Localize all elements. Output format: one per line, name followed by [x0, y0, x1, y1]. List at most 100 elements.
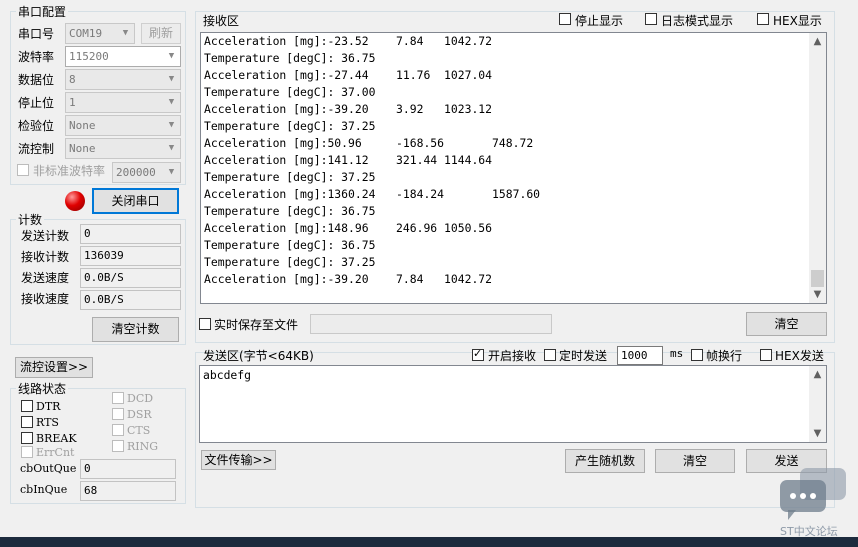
rts-checkbox[interactable] [21, 416, 33, 428]
errcnt-checkbox[interactable] [21, 446, 33, 458]
send-text-area[interactable]: abcdefg ▲ ▼ [199, 365, 827, 443]
send-title: 发送区(字节<64KB) [203, 349, 314, 363]
dcd-label: DCD [127, 392, 154, 405]
scroll-up-icon[interactable]: ▲ [809, 366, 826, 383]
receive-line: Acceleration [mg]:141.12 321.44 1144.64 [204, 153, 493, 167]
close-port-button[interactable]: 关闭串口 [92, 188, 179, 214]
flow-settings-button[interactable]: 流控设置>> [15, 357, 93, 378]
stopbits-select[interactable]: 1 ▼ [65, 92, 181, 113]
port-label: 串口号 [18, 27, 55, 41]
port-status-indicator-icon [65, 191, 85, 211]
hex-send-label: HEX发送 [775, 349, 824, 363]
dcd-checkbox[interactable] [112, 392, 124, 404]
scroll-thumb[interactable] [811, 270, 824, 287]
break-label: BREAK [36, 432, 77, 445]
dtr-label: DTR [36, 400, 61, 413]
hex-display-label: HEX显示 [773, 14, 822, 28]
databits-select[interactable]: 8 ▼ [65, 69, 181, 90]
recv-count-label: 接收计数 [21, 250, 70, 264]
log-mode-checkbox[interactable] [645, 13, 657, 25]
chevron-down-icon: ▼ [168, 51, 175, 61]
baud-select[interactable]: 115200 ▼ [65, 46, 181, 67]
cbout-value: 0 [80, 459, 176, 479]
receive-scrollbar[interactable]: ▲ ▼ [809, 33, 826, 303]
receive-line: Temperature [degC]: 36.75 [204, 204, 376, 218]
ring-checkbox[interactable] [112, 440, 124, 452]
rts-label: RTS [36, 416, 59, 429]
stop-display-checkbox[interactable] [559, 13, 571, 25]
chevron-down-icon: ▼ [168, 167, 175, 177]
taskbar [0, 537, 858, 547]
hex-display-checkbox[interactable] [757, 13, 769, 25]
dsr-checkbox[interactable] [112, 408, 124, 420]
recv-speed-label: 接收速度 [21, 292, 70, 306]
stop-display-label: 停止显示 [575, 14, 624, 28]
receive-lines: Acceleration [mg]:-23.52 7.84 1042.72 Tem… [201, 33, 809, 288]
receive-line: Acceleration [mg]:50.96 -168.56 748.72 [204, 136, 534, 150]
interval-unit: ms [670, 347, 684, 360]
receive-line: Temperature [degC]: 37.00 [204, 85, 376, 99]
parity-value: None [69, 119, 96, 132]
hex-send-checkbox[interactable] [760, 349, 772, 361]
scroll-down-icon[interactable]: ▼ [809, 425, 826, 442]
send-speed-label: 发送速度 [21, 271, 70, 285]
clear-count-button[interactable]: 清空计数 [92, 317, 179, 342]
databits-label: 数据位 [18, 73, 55, 87]
port-select[interactable]: COM19 ▼ [65, 23, 135, 44]
baud-value: 115200 [69, 50, 109, 63]
parity-select[interactable]: None ▼ [65, 115, 181, 136]
errcnt-label: ErrCnt [36, 446, 75, 459]
flow-label: 流控制 [18, 142, 55, 156]
send-scrollbar[interactable]: ▲ ▼ [809, 366, 826, 442]
send-content: abcdefg [203, 368, 252, 382]
receive-line: Acceleration [mg]:-23.52 7.84 1042.72 [204, 34, 493, 48]
interval-input[interactable]: 1000 [617, 346, 663, 365]
timed-send-checkbox[interactable] [544, 349, 556, 361]
baud-label: 波特率 [18, 50, 55, 64]
frame-newline-label: 帧换行 [706, 349, 743, 363]
receive-line: Acceleration [mg]:1360.24 -184.24 1587.6… [204, 187, 541, 201]
cbin-value: 68 [80, 481, 176, 501]
dtr-checkbox[interactable] [21, 400, 33, 412]
receive-line: Acceleration [mg]:148.96 246.96 1050.56 [204, 221, 493, 235]
random-number-button[interactable]: 产生随机数 [565, 449, 645, 473]
frame-newline-checkbox[interactable] [691, 349, 703, 361]
nonstd-baud-checkbox[interactable] [17, 164, 29, 176]
save-to-file-checkbox[interactable] [199, 318, 211, 330]
recv-count-value: 136039 [80, 246, 181, 266]
serial-config-title: 串口配置 [16, 3, 69, 20]
databits-value: 8 [69, 73, 76, 86]
timed-send-label: 定时发送 [559, 349, 608, 363]
scroll-up-icon[interactable]: ▲ [809, 33, 826, 50]
send-count-value: 0 [80, 224, 181, 244]
receive-clear-button[interactable]: 清空 [746, 312, 827, 336]
break-checkbox[interactable] [21, 432, 33, 444]
scroll-down-icon[interactable]: ▼ [809, 286, 826, 303]
refresh-button[interactable]: 刷新 [141, 23, 181, 44]
stopbits-label: 停止位 [18, 96, 55, 110]
line-status-title: 线路状态 [16, 380, 69, 397]
nonstd-baud-select[interactable]: 200000 ▼ [112, 162, 181, 183]
file-transfer-button[interactable]: 文件传输>> [201, 450, 276, 470]
cts-checkbox[interactable] [112, 424, 124, 436]
cbin-label: cbInQue [20, 483, 68, 496]
receive-title: 接收区 [203, 14, 240, 28]
receive-line: Temperature [degC]: 36.75 [204, 238, 376, 252]
flow-select[interactable]: None ▼ [65, 138, 181, 159]
receive-line: Temperature [degC]: 37.25 [204, 170, 376, 184]
log-mode-label: 日志模式显示 [661, 14, 734, 28]
send-count-label: 发送计数 [21, 229, 70, 243]
receive-line: Temperature [degC]: 37.25 [204, 119, 376, 133]
enable-receive-label: 开启接收 [488, 349, 537, 363]
send-speed-value: 0.0B/S [80, 268, 181, 288]
receive-line: Temperature [degC]: 36.75 [204, 51, 376, 65]
chevron-down-icon: ▼ [122, 28, 129, 38]
receive-line: Acceleration [mg]:-39.20 7.84 1042.72 [204, 272, 493, 286]
receive-text-area[interactable]: Acceleration [mg]:-23.52 7.84 1042.72 Tem… [200, 32, 827, 304]
forum-logo-icon [778, 466, 850, 524]
dsr-label: DSR [127, 408, 152, 421]
enable-receive-checkbox[interactable] [472, 347, 484, 361]
flow-value: None [69, 142, 96, 155]
send-clear-button[interactable]: 清空 [655, 449, 735, 473]
save-file-path-field[interactable] [310, 314, 552, 334]
